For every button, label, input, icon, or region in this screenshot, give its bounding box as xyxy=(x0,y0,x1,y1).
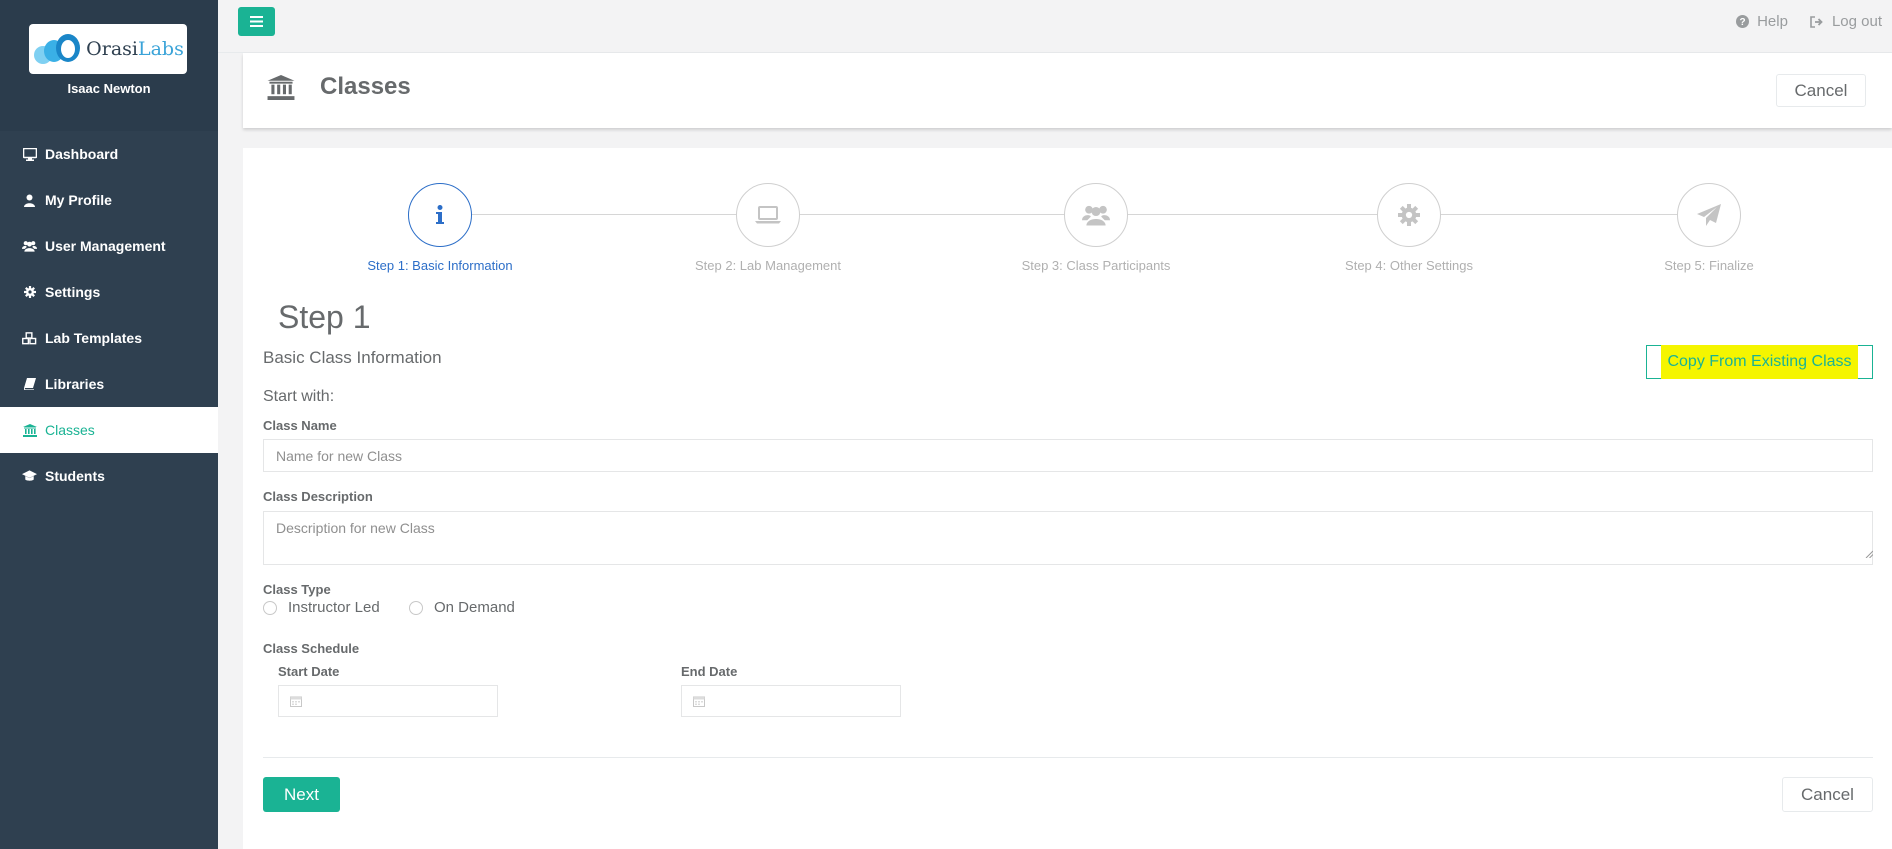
logout-link[interactable]: Log out xyxy=(1810,13,1882,30)
sidebar-item-user-management[interactable]: User Management xyxy=(0,223,218,269)
institution-icon xyxy=(22,423,37,437)
sidebar-item-libraries[interactable]: Libraries xyxy=(0,361,218,407)
step-label: Step 3: Class Participants xyxy=(1021,258,1171,273)
sidebar-item-label: Libraries xyxy=(45,376,105,392)
page-title: Classes xyxy=(320,73,411,100)
class-description-textarea[interactable] xyxy=(263,511,1873,565)
step-class-participants[interactable]: Step 3: Class Participants xyxy=(996,183,1196,273)
top-navbar: ? Help Log out xyxy=(218,0,1892,53)
sidebar-item-settings[interactable]: Settings xyxy=(0,269,218,315)
step-label: Step 5: Finalize xyxy=(1664,258,1754,273)
bars-icon xyxy=(250,16,263,27)
cubes-icon xyxy=(22,331,37,345)
help-label: Help xyxy=(1757,13,1788,30)
instructor-led-option[interactable]: Instructor Led xyxy=(263,599,380,616)
sidebar-item-label: Classes xyxy=(45,422,95,438)
top-links: ? Help Log out xyxy=(1736,13,1882,30)
class-name-label: Class Name xyxy=(263,418,337,433)
desktop-icon xyxy=(22,147,37,161)
users-icon xyxy=(22,239,37,253)
sign-out-icon xyxy=(1810,15,1823,28)
sidebar-item-label: Dashboard xyxy=(45,146,119,162)
start-date-label: Start Date xyxy=(278,664,340,679)
start-with-label: Start with: xyxy=(263,388,335,405)
on-demand-radio[interactable] xyxy=(409,600,423,615)
resize-handle-icon[interactable] xyxy=(1865,550,1873,558)
cancel-button[interactable]: Cancel xyxy=(1782,777,1873,812)
gear-icon xyxy=(1377,183,1441,247)
sidebar-item-label: User Management xyxy=(45,238,166,254)
calendar-icon xyxy=(693,696,705,707)
sidebar-item-label: Students xyxy=(45,468,105,484)
copy-button-label: Copy From Existing Class xyxy=(1665,349,1854,375)
logout-label: Log out xyxy=(1831,13,1882,30)
step-lab-management[interactable]: Step 2: Lab Management xyxy=(668,183,868,273)
step-label: Step 4: Other Settings xyxy=(1345,258,1473,273)
sidebar-item-my-profile[interactable]: My Profile xyxy=(0,177,218,223)
step-label: Step 2: Lab Management xyxy=(695,258,841,273)
question-circle-icon: ? xyxy=(1736,15,1750,28)
wizard-steps: Step 1: Basic Information Step 2: Lab Ma… xyxy=(243,148,1892,278)
sidebar-item-label: My Profile xyxy=(45,192,112,208)
step-basic-information[interactable]: Step 1: Basic Information xyxy=(340,183,540,273)
end-date-input[interactable] xyxy=(681,685,901,717)
user-icon xyxy=(22,193,37,207)
help-link[interactable]: ? Help xyxy=(1736,13,1788,30)
end-date-label: End Date xyxy=(681,664,738,679)
step-label: Step 1: Basic Information xyxy=(367,258,513,273)
institution-icon xyxy=(267,75,295,105)
sidebar-item-label: Lab Templates xyxy=(45,330,142,346)
sidebar-nav: Dashboard My Profile User Management Set… xyxy=(0,131,218,499)
calendar-icon xyxy=(290,696,302,707)
svg-text:?: ? xyxy=(1740,17,1746,28)
class-name-input[interactable] xyxy=(263,439,1873,472)
sidebar-item-classes[interactable]: Classes xyxy=(0,407,218,453)
step-other-settings[interactable]: Step 4: Other Settings xyxy=(1309,183,1509,273)
page-heading: Classes Cancel xyxy=(243,53,1892,128)
class-type-label: Class Type xyxy=(263,582,331,597)
class-schedule-label: Class Schedule xyxy=(263,641,360,656)
user-name: Isaac Newton xyxy=(67,81,151,96)
sidebar: OrasiLabs Isaac Newton Dashboard My Prof… xyxy=(0,0,218,849)
step-finalize[interactable]: Step 5: Finalize xyxy=(1609,183,1809,273)
start-date-input[interactable] xyxy=(278,685,498,717)
instructor-led-radio[interactable] xyxy=(263,600,277,615)
users-icon xyxy=(1064,183,1128,247)
cloud-logo-icon xyxy=(32,32,84,66)
orasilabs-logo[interactable]: OrasiLabs xyxy=(29,24,187,74)
next-button[interactable]: Next xyxy=(263,777,340,812)
laptop-icon xyxy=(736,183,800,247)
info-icon xyxy=(408,183,472,247)
step-heading: Step 1 xyxy=(278,299,371,335)
sidebar-item-dashboard[interactable]: Dashboard xyxy=(0,131,218,177)
logo-text: OrasiLabs xyxy=(86,38,184,60)
sidebar-item-lab-templates[interactable]: Lab Templates xyxy=(0,315,218,361)
gear-icon xyxy=(22,285,37,299)
cancel-button[interactable]: Cancel xyxy=(1776,74,1866,107)
sidebar-item-label: Settings xyxy=(45,284,101,300)
radio-label: Instructor Led xyxy=(288,599,380,616)
graduation-cap-icon xyxy=(22,469,37,483)
radio-label: On Demand xyxy=(434,599,515,616)
on-demand-option[interactable]: On Demand xyxy=(409,599,515,616)
paper-plane-icon xyxy=(1677,183,1741,247)
form-divider xyxy=(263,757,1873,758)
copy-from-existing-class-button[interactable]: Copy From Existing Class xyxy=(1646,345,1873,379)
section-title: Basic Class Information xyxy=(263,348,442,367)
book-icon xyxy=(22,377,37,391)
class-description-label: Class Description xyxy=(263,489,373,504)
hamburger-menu-button[interactable] xyxy=(238,7,275,36)
profile-header: OrasiLabs Isaac Newton xyxy=(0,0,218,131)
sidebar-item-students[interactable]: Students xyxy=(0,453,218,499)
wizard-panel: Step 1: Basic Information Step 2: Lab Ma… xyxy=(243,148,1892,849)
